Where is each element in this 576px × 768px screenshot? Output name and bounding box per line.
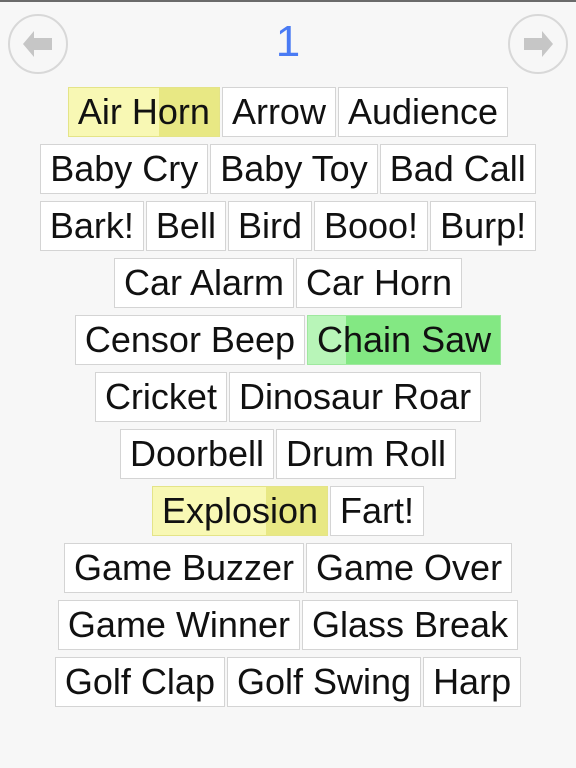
sound-button[interactable]: Car Horn bbox=[295, 258, 463, 308]
sound-button-label: Censor Beep bbox=[84, 319, 296, 360]
sound-button-label: Golf Swing bbox=[236, 661, 412, 702]
sound-row: Game Winner Glass Break bbox=[0, 600, 576, 650]
sound-button[interactable]: Game Over bbox=[306, 543, 513, 593]
sound-button-label: Bell bbox=[155, 205, 216, 246]
page-number: 1 bbox=[275, 17, 301, 66]
sound-button[interactable]: Explosion bbox=[151, 486, 329, 536]
sound-button[interactable]: Censor Beep bbox=[74, 315, 306, 365]
sound-row: Censor Beep Chain Saw bbox=[0, 315, 576, 365]
sound-button-label: Game Winner bbox=[67, 604, 290, 645]
arrow-right-icon bbox=[521, 29, 555, 59]
sound-button-label: Game Over bbox=[316, 547, 503, 588]
sound-button-label: Harp bbox=[433, 661, 512, 702]
sound-button[interactable]: Cricket bbox=[94, 372, 227, 422]
sound-button[interactable]: Booo! bbox=[313, 201, 429, 251]
sound-button-label: Cricket bbox=[104, 376, 217, 417]
sound-row: Bark! Bell Bird Booo! Burp! bbox=[0, 201, 576, 251]
sound-button[interactable]: Baby Toy bbox=[210, 144, 378, 194]
sound-button-label: Arrow bbox=[231, 91, 326, 132]
sound-button-label: Bad Call bbox=[389, 148, 526, 189]
sound-button-label: Glass Break bbox=[312, 604, 509, 645]
sound-button[interactable]: Bad Call bbox=[379, 144, 536, 194]
sound-button[interactable]: Bark! bbox=[39, 201, 144, 251]
sound-row: Explosion Fart! bbox=[0, 486, 576, 536]
sound-button-label: Burp! bbox=[440, 205, 527, 246]
sound-button-grid: Air Horn Arrow Audience Baby Cry Baby Toy Bad… bbox=[0, 84, 576, 707]
sound-button-label: Explosion bbox=[161, 490, 319, 531]
sound-button[interactable]: Air Horn bbox=[67, 87, 220, 137]
sound-button-label: Fart! bbox=[340, 490, 415, 531]
sound-button-label: Audience bbox=[347, 91, 499, 132]
sound-button[interactable]: Doorbell bbox=[119, 429, 275, 479]
sound-button-label: Doorbell bbox=[129, 433, 265, 474]
sound-row: Air Horn Arrow Audience bbox=[0, 87, 576, 137]
sound-button-label: Bark! bbox=[49, 205, 134, 246]
sound-row: Baby Cry Baby Toy Bad Call bbox=[0, 144, 576, 194]
sound-button-label: Bird bbox=[237, 205, 302, 246]
sound-button[interactable]: Harp bbox=[423, 657, 522, 707]
sound-button[interactable]: Golf Swing bbox=[226, 657, 422, 707]
sound-button[interactable]: Fart! bbox=[330, 486, 425, 536]
sound-button[interactable]: Drum Roll bbox=[276, 429, 457, 479]
sound-button[interactable]: Audience bbox=[337, 87, 509, 137]
sound-button[interactable]: Golf Clap bbox=[54, 657, 225, 707]
sound-button[interactable]: Dinosaur Roar bbox=[228, 372, 482, 422]
sound-button-label: Game Buzzer bbox=[73, 547, 295, 588]
sound-button[interactable]: Arrow bbox=[221, 87, 336, 137]
sound-button-label: Baby Cry bbox=[50, 148, 199, 189]
sound-button-label: Baby Toy bbox=[220, 148, 368, 189]
sound-row: Golf Clap Golf Swing Harp bbox=[0, 657, 576, 707]
pager-bar: 1 bbox=[0, 0, 576, 84]
sound-button[interactable]: Baby Cry bbox=[40, 144, 209, 194]
sound-button[interactable]: Bird bbox=[227, 201, 312, 251]
sound-row: Cricket Dinosaur Roar bbox=[0, 372, 576, 422]
sound-row: Game Buzzer Game Over bbox=[0, 543, 576, 593]
sound-button-label: Car Horn bbox=[305, 262, 453, 303]
sound-button[interactable]: Game Buzzer bbox=[63, 543, 305, 593]
sound-button-label: Car Alarm bbox=[123, 262, 284, 303]
sound-button[interactable]: Car Alarm bbox=[113, 258, 294, 308]
sound-button-label: Golf Clap bbox=[64, 661, 215, 702]
sound-button-label: Booo! bbox=[323, 205, 419, 246]
next-page-button[interactable] bbox=[508, 14, 568, 74]
sound-button[interactable]: Glass Break bbox=[302, 600, 519, 650]
sound-button[interactable]: Burp! bbox=[430, 201, 537, 251]
sound-row: Car Alarm Car Horn bbox=[0, 258, 576, 308]
sound-button-label: Chain Saw bbox=[317, 319, 492, 360]
sound-row: Doorbell Drum Roll bbox=[0, 429, 576, 479]
sound-button-label: Drum Roll bbox=[286, 433, 447, 474]
sound-button-label: Air Horn bbox=[77, 91, 210, 132]
sound-button[interactable]: Game Winner bbox=[57, 600, 300, 650]
sound-button-label: Dinosaur Roar bbox=[238, 376, 472, 417]
sound-button[interactable]: Chain Saw bbox=[307, 315, 502, 365]
sound-button[interactable]: Bell bbox=[145, 201, 226, 251]
